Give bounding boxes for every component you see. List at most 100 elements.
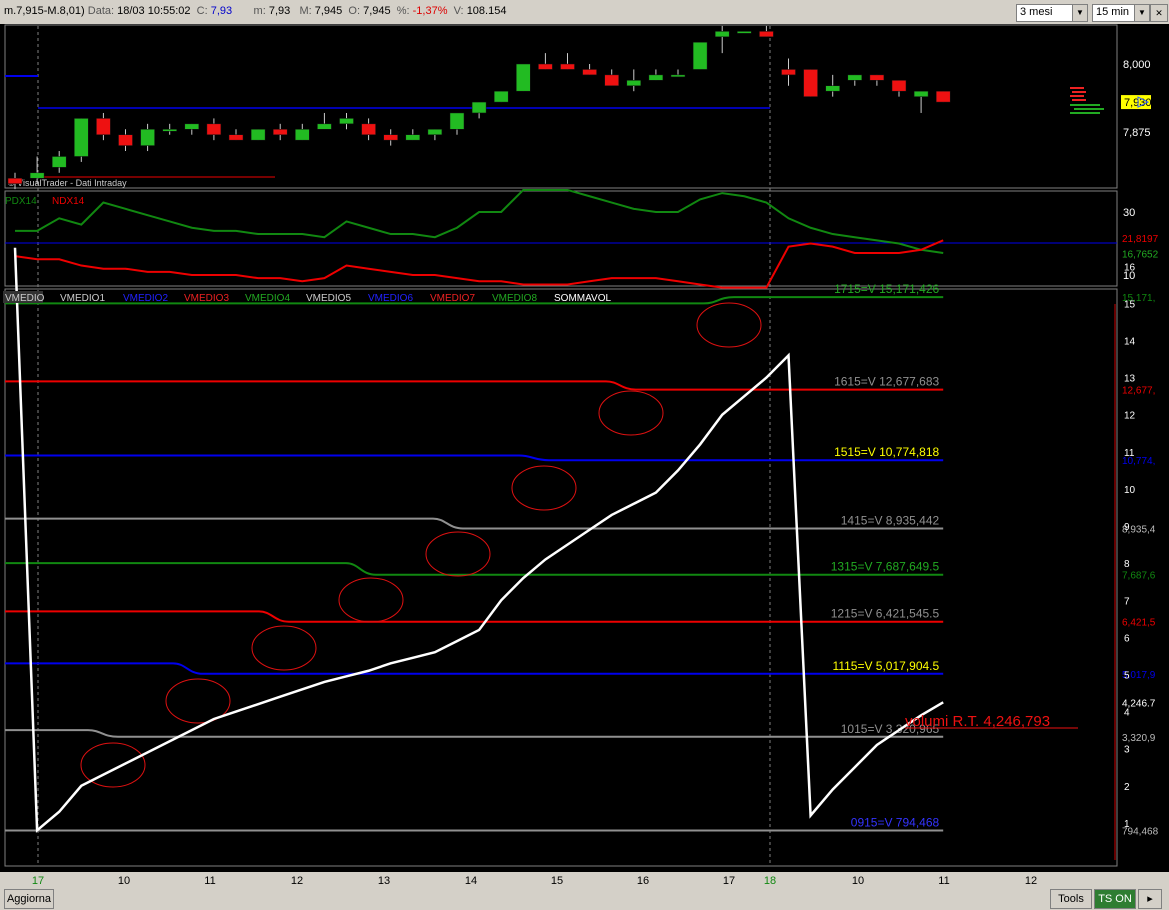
volume-level-line xyxy=(5,517,944,530)
volume-level-label: 1615=V 12,677,683 xyxy=(834,375,939,389)
volume-tick-label: 12 xyxy=(1124,411,1136,422)
volume-level-label: 1715=V 15,171,426 xyxy=(834,282,939,296)
date-value: 18/03 10:55:02 xyxy=(117,5,191,17)
tools-button[interactable]: Tools xyxy=(1050,889,1092,909)
open-value: 7,945 xyxy=(363,5,391,17)
candle xyxy=(471,101,487,114)
candle xyxy=(493,90,509,103)
volume-level-axis-label: 6,421,5 xyxy=(1122,618,1156,629)
sommavol-series xyxy=(13,247,944,833)
ndx-legend: NDX14 xyxy=(52,196,85,207)
book-bar-icon xyxy=(1070,87,1084,89)
candle xyxy=(604,74,619,87)
candle xyxy=(781,69,796,76)
volume-value: 108.154 xyxy=(466,5,507,17)
symbol-range: m.7,915-M.8,01) xyxy=(4,5,85,17)
x-tick-label: 10 xyxy=(118,875,130,886)
candle xyxy=(383,134,398,141)
price-panel: © VisualTrader - Dati Intraday 8,000 7,87… xyxy=(5,25,1152,190)
chevron-down-icon[interactable]: ▼ xyxy=(1072,5,1087,21)
scroll-right-icon[interactable]: ▸ xyxy=(1138,889,1162,909)
legend-item: VMEDIO3 xyxy=(184,293,229,304)
x-axis-band xyxy=(0,872,1169,886)
x-tick-label: 11 xyxy=(204,875,215,886)
volume-tick-label: 1 xyxy=(1124,819,1130,830)
dmi-tick-label: 30 xyxy=(1123,207,1135,219)
book-bar-icon xyxy=(1070,112,1100,114)
chart-area[interactable]: © VisualTrader - Dati Intraday 8,000 7,87… xyxy=(0,24,1169,887)
candle xyxy=(891,80,907,92)
candle xyxy=(51,156,67,168)
highlight-circle xyxy=(598,390,664,436)
candle xyxy=(206,123,222,135)
aggiorna-button[interactable]: Aggiorna xyxy=(4,889,54,909)
volume-tick-label: 14 xyxy=(1124,337,1136,348)
x-tick-label: 12 xyxy=(1025,875,1037,886)
toolbar: m.7,915-M.8,01) Data: 18/03 10:55:02 C: … xyxy=(0,0,1169,25)
candle xyxy=(692,41,708,70)
status-bar: Aggiorna Tools TS ON ▸ xyxy=(0,886,1169,910)
book-bar-icon xyxy=(1070,95,1084,97)
book-bar-icon xyxy=(1074,108,1104,110)
candle xyxy=(759,31,774,38)
ts-on-button[interactable]: TS ON xyxy=(1094,889,1136,909)
min-label: m: xyxy=(253,5,266,17)
volume-tick-label: 6 xyxy=(1124,633,1130,644)
candle xyxy=(847,74,863,81)
candle xyxy=(361,123,376,135)
legend-item: VMEDIO8 xyxy=(492,293,537,304)
max-value: 7,945 xyxy=(314,5,343,17)
close-label: C: xyxy=(196,5,208,17)
volume-level-line xyxy=(5,380,944,391)
volume-level-label: 0915=V 794,468 xyxy=(851,816,940,830)
max-label: M: xyxy=(299,5,312,17)
highlight-circle xyxy=(251,625,317,671)
volume-level-label: 1315=V 7,687,649.5 xyxy=(831,560,940,574)
close-icon[interactable]: ✕ xyxy=(1150,4,1168,22)
candle xyxy=(118,134,133,146)
candle xyxy=(405,134,421,141)
period-select-value: 3 mesi xyxy=(1020,6,1053,18)
legend-item: VMEDIO4 xyxy=(245,293,290,304)
volume-level-axis-label: 3,320,9 xyxy=(1122,733,1156,744)
candle xyxy=(803,69,818,97)
volume-tick-label: 5 xyxy=(1124,670,1130,681)
x-tick-label: 15 xyxy=(551,875,563,886)
candle xyxy=(140,129,155,146)
chevron-down-icon[interactable]: ▼ xyxy=(1134,5,1149,21)
pdx-legend: PDX14 xyxy=(5,196,37,207)
legend-item: VMEDIO1 xyxy=(60,293,105,304)
pct-value: -1,37% xyxy=(412,5,448,17)
x-tick-label: 16 xyxy=(637,875,649,886)
candle xyxy=(96,118,111,135)
ndx-series xyxy=(14,239,944,289)
highlight-circle xyxy=(511,465,577,511)
candle xyxy=(648,74,664,81)
pdx-value-label: 16,7652 xyxy=(1122,250,1159,261)
period-select[interactable]: 3 mesi ▼ xyxy=(1016,4,1088,22)
legend-item: VMEDIO6 xyxy=(368,293,413,304)
volume-level-label: 1515=V 10,774,818 xyxy=(834,445,939,459)
candle xyxy=(670,74,686,78)
chart-svg: © VisualTrader - Dati Intraday 8,000 7,87… xyxy=(0,24,1169,887)
interval-select[interactable]: 15 min ▼ xyxy=(1092,4,1150,22)
volume-level-label: 1415=V 8,935,442 xyxy=(841,513,940,527)
candle xyxy=(825,85,840,92)
price-tick-label: 8,000 xyxy=(1123,59,1151,71)
volume-label: V: xyxy=(453,5,464,17)
x-axis: 17 10 11 12 13 14 15 16 17 18 10 11 12 xyxy=(0,872,1169,887)
volume-legend: VMEDIO VMEDIO1 VMEDIO2 VMEDIO3 VMEDIO4 VMEDIO… xyxy=(3,291,611,304)
candle xyxy=(582,69,597,76)
volume-level-axis-label: 7,687,6 xyxy=(1122,571,1156,582)
price-panel-frame xyxy=(4,24,1118,189)
candle xyxy=(427,129,443,135)
candle xyxy=(626,80,642,87)
realtime-volume-label: volumi R.T. 4,246,793 xyxy=(905,713,1050,730)
candle xyxy=(295,129,310,141)
candle xyxy=(317,123,332,130)
book-bar-icon xyxy=(1072,91,1086,93)
x-tick-label: 17 xyxy=(32,875,44,886)
x-tick-label: 12 xyxy=(291,875,303,886)
volume-tick-label: 15 xyxy=(1124,299,1136,310)
interval-select-value: 15 min xyxy=(1096,6,1130,18)
